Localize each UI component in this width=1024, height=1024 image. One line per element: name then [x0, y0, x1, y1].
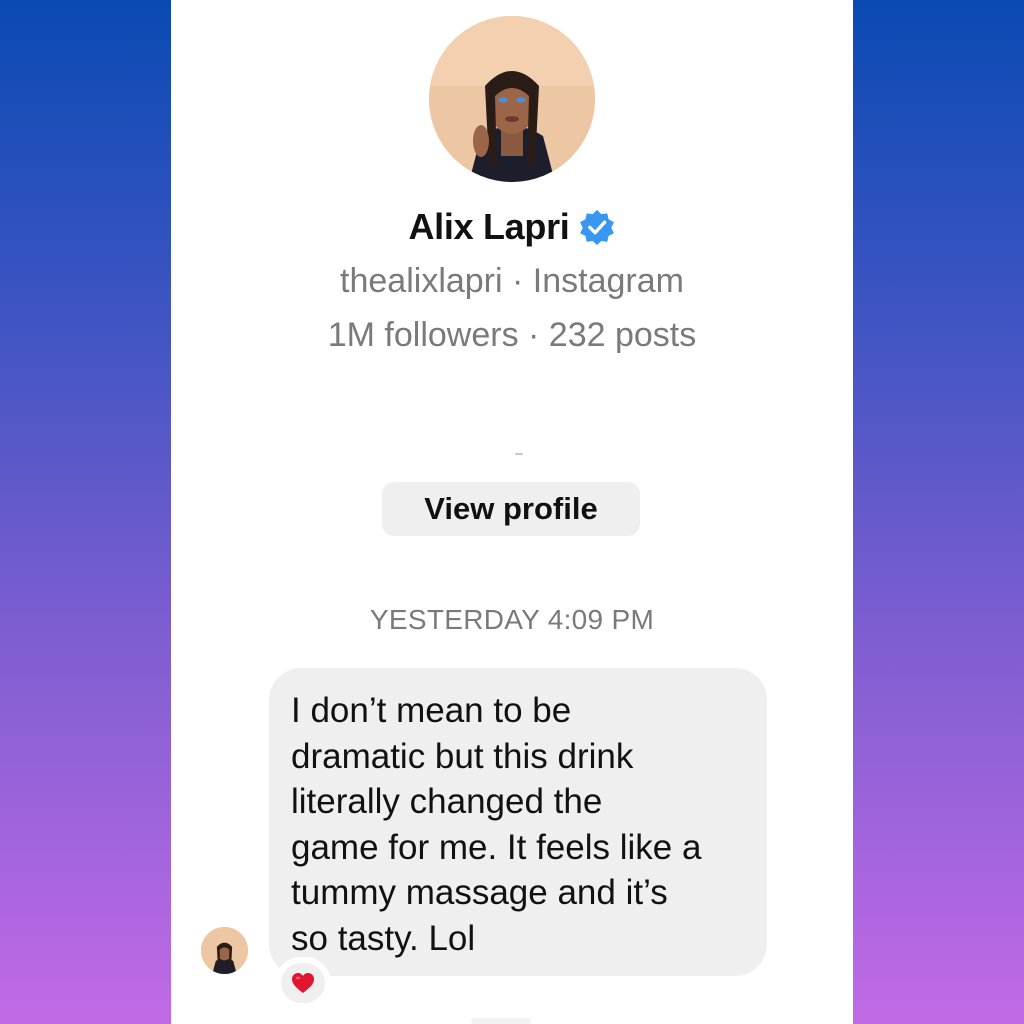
- reaction-pill: [281, 963, 325, 1003]
- profile-photo: [429, 16, 595, 182]
- next-message-hint: [471, 1018, 531, 1024]
- verified-badge-icon: [579, 209, 614, 246]
- sender-photo: [201, 927, 248, 974]
- profile-handle: thealixlapri · Instagram: [340, 262, 684, 300]
- message-reaction[interactable]: [278, 960, 328, 1006]
- profile-name-row: Alix Lapri: [171, 202, 853, 252]
- profile-stats: 1M followers · 232 posts: [327, 316, 697, 354]
- dm-thread-screen: Alix Lapri thealixlapri · Instagram 1M f…: [171, 0, 853, 1024]
- sender-avatar[interactable]: [201, 927, 248, 974]
- message-bubble[interactable]: I don’t mean to be dramatic but this dri…: [269, 668, 767, 976]
- profile-name: Alix Lapri: [408, 206, 570, 247]
- profile-avatar[interactable]: [429, 16, 595, 182]
- divider-mark: [515, 453, 523, 455]
- message-timestamp: YESTERDAY 4:09 PM: [369, 604, 655, 635]
- message-text: I don’t mean to be dramatic but this dri…: [291, 691, 702, 958]
- view-profile-button[interactable]: View profile: [382, 482, 640, 536]
- heart-icon: [292, 973, 314, 993]
